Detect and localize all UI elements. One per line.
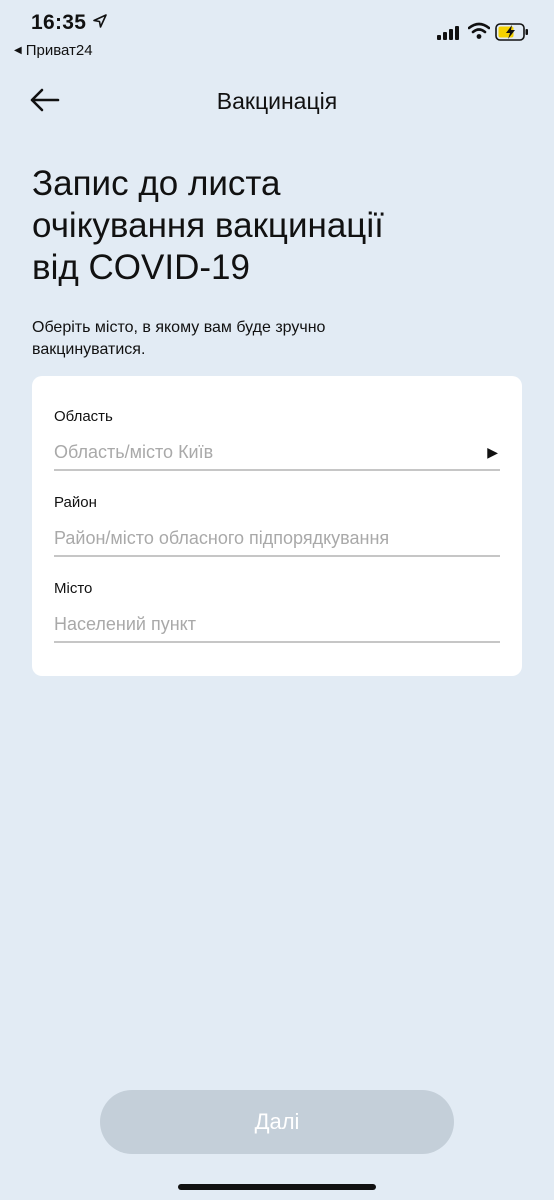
- location-form-card: Область Область/місто Київ ▶ Район Район…: [32, 376, 522, 676]
- district-placeholder: Район/місто обласного підпорядкування: [54, 527, 390, 548]
- cellular-signal-icon: [437, 26, 459, 40]
- city-label: Місто: [54, 580, 93, 597]
- app-header: Вакцинація: [0, 78, 554, 126]
- subtitle-line: вакцинуватися.: [32, 341, 146, 358]
- subtitle-line: Оберіть місто, в якому вам буде зручно: [32, 319, 326, 336]
- page-title-line: очікування вакцинації: [32, 206, 384, 245]
- district-select[interactable]: Район/місто обласного підпорядкування: [54, 521, 500, 557]
- triangle-right-icon: ▶: [487, 443, 498, 460]
- battery-charging-icon: [495, 23, 528, 41]
- wifi-icon: [468, 22, 490, 39]
- back-to-app-link[interactable]: ◀ Приват24: [14, 42, 93, 59]
- region-label: Область: [54, 408, 113, 425]
- location-arrow-icon: [93, 14, 107, 28]
- page-title: Запис до листа очікування вакцинації від…: [32, 163, 512, 289]
- back-triangle-icon: ◀: [14, 45, 22, 56]
- region-value: Область/місто Київ: [54, 441, 214, 462]
- next-button[interactable]: Далі: [100, 1090, 454, 1154]
- status-bar: 16:35 ◀ Приват24: [0, 0, 554, 70]
- city-placeholder: Населений пункт: [54, 613, 196, 634]
- page-title-line: від COVID-19: [32, 248, 250, 287]
- district-label: Район: [54, 494, 97, 511]
- header-title: Вакцинація: [216, 88, 338, 114]
- home-indicator: [178, 1184, 376, 1190]
- back-app-label: Приват24: [25, 42, 93, 59]
- district-field[interactable]: Район Район/місто обласного підпорядкува…: [54, 494, 500, 557]
- region-select[interactable]: Область/місто Київ ▶: [54, 435, 500, 471]
- city-select[interactable]: Населений пункт: [54, 607, 500, 643]
- region-field[interactable]: Область Область/місто Київ ▶: [54, 408, 500, 471]
- city-field[interactable]: Місто Населений пункт: [54, 580, 500, 643]
- page-subtitle: Оберіть місто, в якому вам буде зручно в…: [32, 317, 412, 361]
- page-title-line: Запис до листа: [32, 164, 281, 203]
- status-time: 16:35: [31, 11, 87, 34]
